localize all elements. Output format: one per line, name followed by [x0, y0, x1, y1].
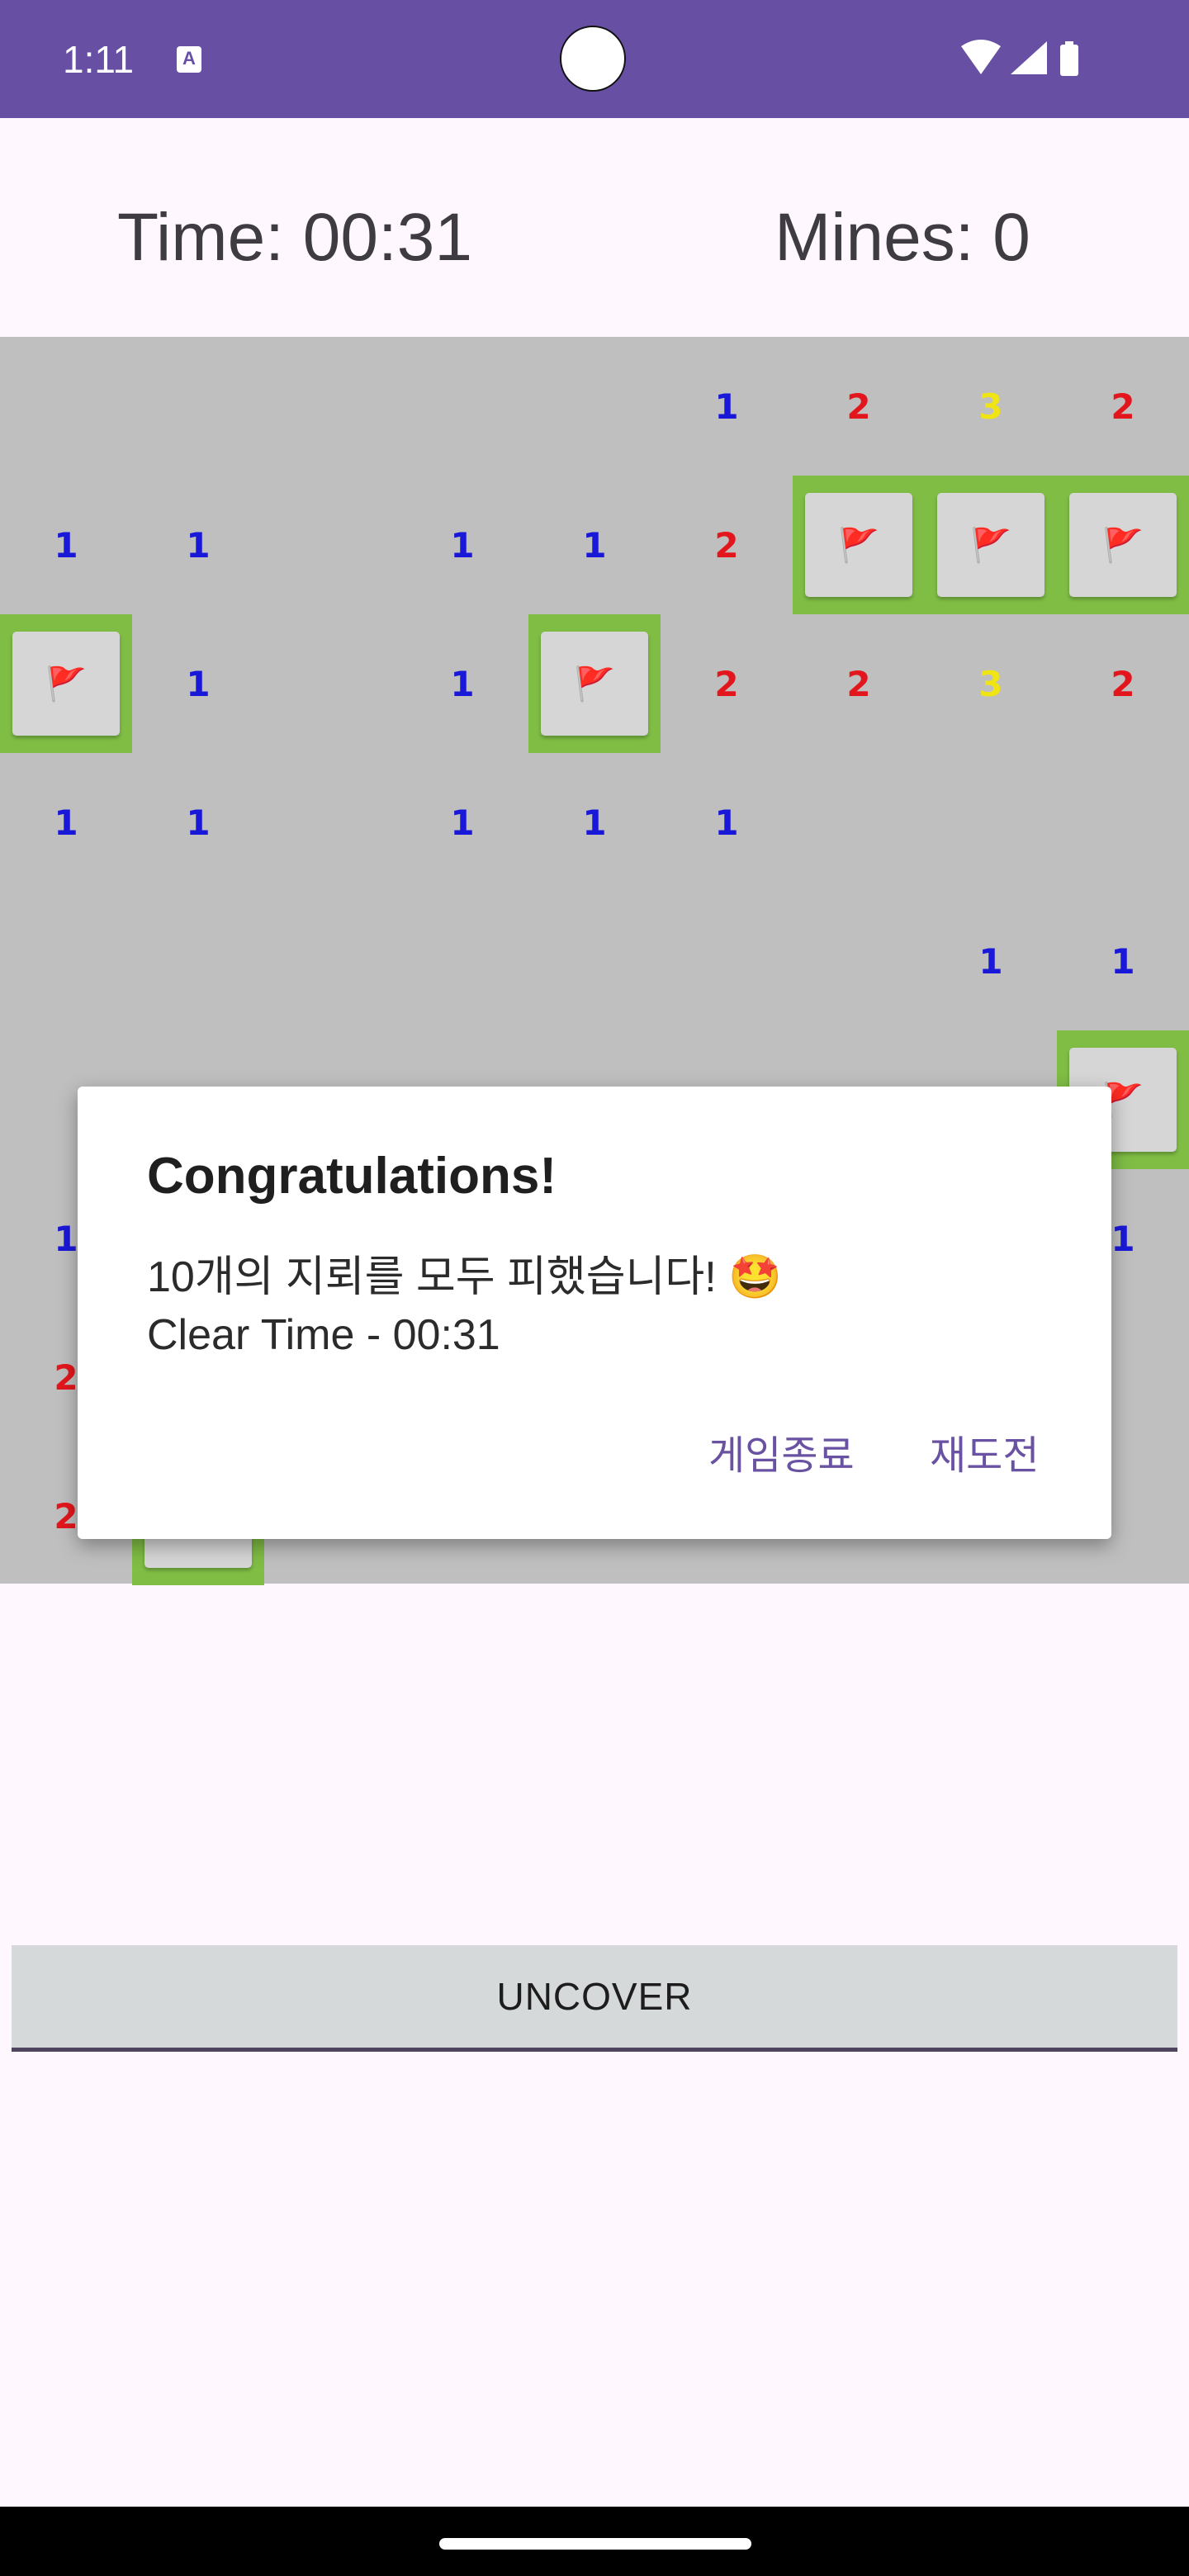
number-cell[interactable]: 1: [396, 753, 528, 892]
flag-icon: 🚩: [574, 665, 615, 703]
number-cell[interactable]: 1: [396, 614, 528, 753]
flag-icon: 🚩: [838, 526, 879, 565]
number-cell[interactable]: 1: [528, 753, 661, 892]
flag-icon: 🚩: [970, 526, 1011, 565]
cell-tile: 🚩: [12, 632, 120, 736]
uncover-button[interactable]: UNCOVER: [12, 1945, 1177, 2052]
number-cell[interactable]: 1: [661, 753, 793, 892]
a-keyboard-icon: A: [177, 46, 201, 73]
flagged-cell[interactable]: 🚩: [528, 614, 661, 753]
flag-icon: 🚩: [1102, 526, 1144, 565]
cell-tile: 🚩: [937, 493, 1045, 597]
number-cell[interactable]: 1: [0, 753, 132, 892]
number-cell[interactable]: 1: [132, 614, 264, 753]
wifi-icon: [961, 40, 1001, 74]
number-cell[interactable]: 1: [528, 476, 661, 614]
status-bar: 1:11 A: [0, 0, 1189, 118]
quit-game-button[interactable]: 게임종료: [708, 1432, 855, 1481]
number-cell[interactable]: 2: [1057, 337, 1189, 476]
flagged-cell[interactable]: 🚩: [793, 476, 925, 614]
number-cell[interactable]: 1: [396, 476, 528, 614]
number-cell[interactable]: 1: [132, 476, 264, 614]
number-cell[interactable]: 2: [661, 614, 793, 753]
cell-tile: 🚩: [541, 632, 648, 736]
camera-cutout: [560, 26, 626, 92]
home-gesture-handle[interactable]: [439, 2538, 751, 2550]
timer-label: Time: 00:31: [117, 200, 472, 275]
retry-button[interactable]: 재도전: [930, 1432, 1039, 1481]
dialog-title: Congratulations!: [147, 1148, 557, 1205]
cell-tile: 🚩: [1069, 493, 1177, 597]
number-cell[interactable]: 2: [1057, 614, 1189, 753]
number-cell[interactable]: 2: [793, 614, 925, 753]
flagged-cell[interactable]: 🚩: [0, 614, 132, 753]
status-time: 1:11: [63, 38, 135, 81]
number-cell[interactable]: 2: [661, 476, 793, 614]
flag-icon: 🚩: [45, 665, 87, 703]
flagged-cell[interactable]: 🚩: [925, 476, 1057, 614]
number-cell[interactable]: 3: [925, 337, 1057, 476]
number-cell[interactable]: 2: [793, 337, 925, 476]
battery-icon: [1060, 41, 1078, 76]
cell-tile: 🚩: [805, 493, 912, 597]
number-cell[interactable]: 3: [925, 614, 1057, 753]
signal-icon: [1011, 41, 1047, 74]
number-cell[interactable]: 1: [0, 476, 132, 614]
number-cell[interactable]: 1: [132, 753, 264, 892]
number-cell[interactable]: 1: [925, 892, 1057, 1030]
flagged-cell[interactable]: 🚩: [1057, 476, 1189, 614]
mines-counter: Mines: 0: [775, 200, 1030, 275]
status-icons: [958, 38, 1115, 79]
number-cell[interactable]: 1: [1057, 892, 1189, 1030]
congratulations-dialog: Congratulations! 10개의 지뢰를 모두 피했습니다! 🤩 Cl…: [78, 1087, 1111, 1539]
dialog-message: 10개의 지뢰를 모두 피했습니다! 🤩 Clear Time - 00:31: [147, 1253, 782, 1359]
number-cell[interactable]: 1: [661, 337, 793, 476]
